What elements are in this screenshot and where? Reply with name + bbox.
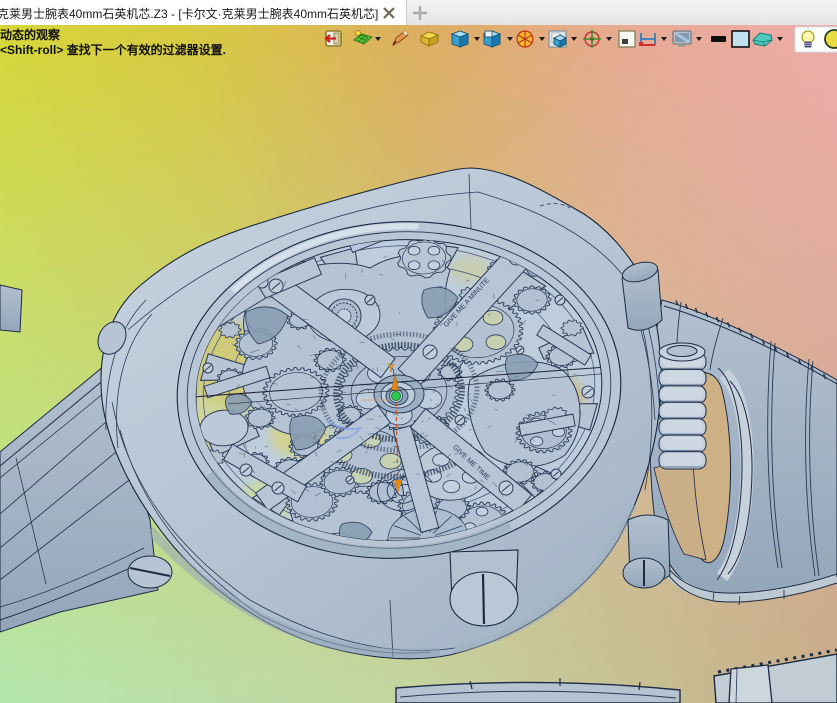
svg-text:Y: Y [387, 361, 395, 375]
